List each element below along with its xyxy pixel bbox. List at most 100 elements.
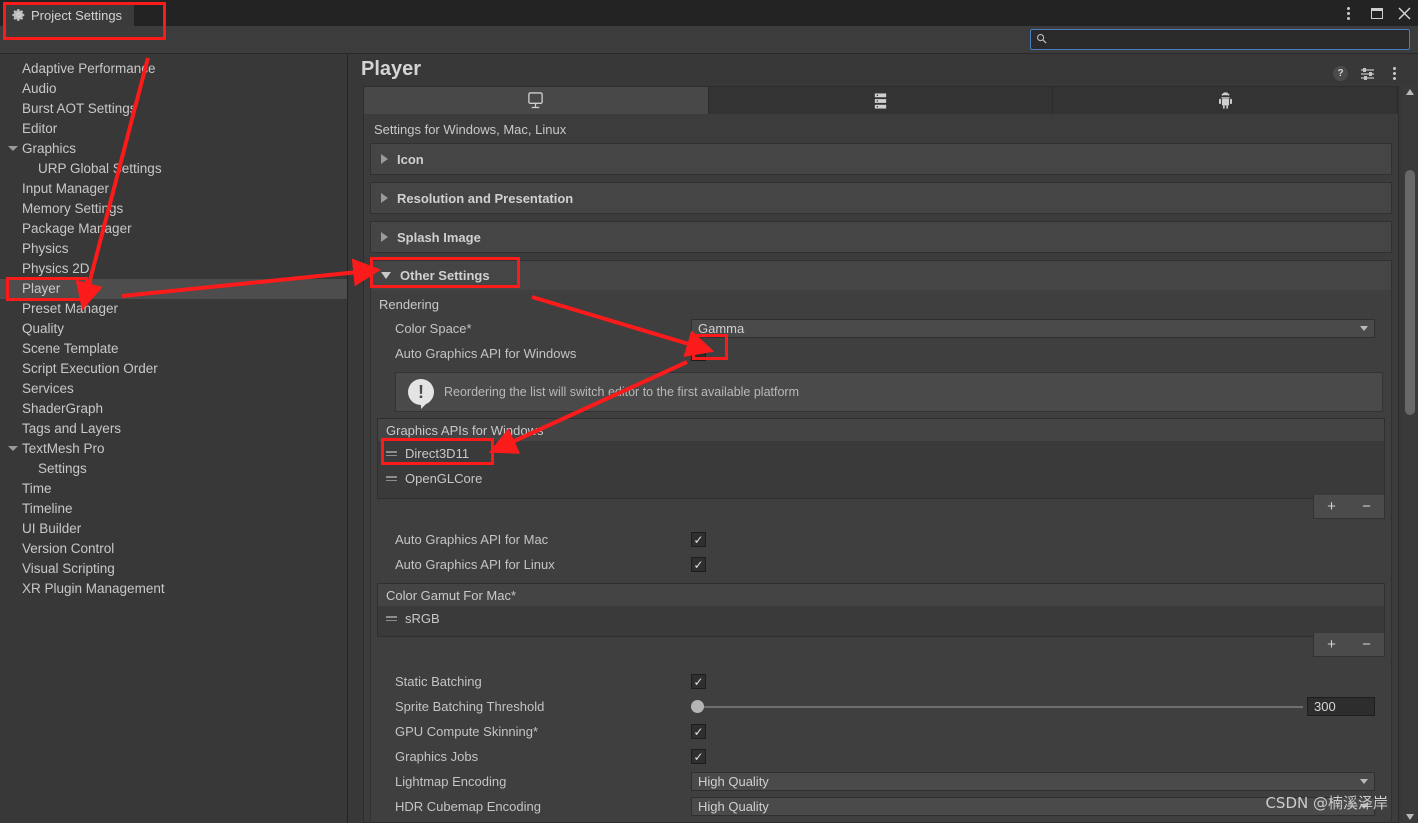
scroll-down-arrow-icon[interactable] [1406,814,1414,820]
sidebar-item-visual-scripting[interactable]: Visual Scripting [0,559,347,579]
sidebar-item-burst-aot-settings[interactable]: Burst AOT Settings [0,99,347,119]
tab-dedicated-server[interactable] [708,87,1054,114]
unity-project-settings-window: Project Settings Adaptive Performance Aud… [0,0,1418,823]
section-resolution-label: Resolution and Presentation [397,190,574,206]
row-color-space: Color Space* Gamma [371,316,1391,341]
settings-category-list: Adaptive Performance Audio Burst AOT Setti… [0,59,347,599]
sidebar-item-ui-builder[interactable]: UI Builder [0,519,347,539]
slider-handle[interactable] [691,699,704,713]
sidebar-item-services[interactable]: Services [0,379,347,399]
settings-detail-panel: Player ? Settings for Windows, Mac, Linu… [349,54,1418,823]
sidebar-item-urp-global-settings[interactable]: URP Global Settings [0,159,347,179]
gpu-compute-skinning-label: GPU Compute Skinning* [395,724,539,739]
sidebar-item-label: Graphics [22,141,77,156]
close-icon[interactable] [1397,6,1412,21]
sidebar-item-time[interactable]: Time [0,479,347,499]
auto-gfx-linux-label: Auto Graphics API for Linux [395,557,555,572]
auto-gfx-windows-checkbox[interactable] [691,346,706,361]
add-button[interactable]: + [1327,636,1336,653]
inspector-scrollbar[interactable] [1403,86,1417,823]
remove-button[interactable]: − [1362,498,1371,515]
sidebar-item-adaptive-performance[interactable]: Adaptive Performance [0,59,347,79]
chevron-right-icon [381,193,388,203]
kebab-menu-icon[interactable] [1341,6,1356,21]
drag-handle-icon[interactable] [386,476,397,481]
list-item[interactable]: OpenGLCore [378,466,1384,491]
sidebar-item-player[interactable]: Player [0,279,347,299]
sidebar-item-editor[interactable]: Editor [0,119,347,139]
list-item[interactable]: sRGB [378,606,1384,631]
sidebar-item-settings[interactable]: Settings [0,459,347,479]
chevron-down-icon [1360,779,1368,784]
section-icon[interactable]: Icon [370,143,1392,175]
sidebar-item-physics-2d[interactable]: Physics 2D [0,259,347,279]
sidebar-item-tags-and-layers[interactable]: Tags and Layers [0,419,347,439]
sprite-batching-value-field[interactable]: 300 [1307,697,1375,716]
row-gpu-compute-skinning: GPU Compute Skinning* ✓ [371,719,1391,744]
desktop-monitor-icon [528,92,544,109]
color-gamut-mac-list: sRGB [377,606,1385,637]
section-splash-image[interactable]: Splash Image [370,221,1392,253]
reorder-info-text: Reordering the list will switch editor t… [444,385,800,399]
sidebar-item-label: XR Plugin Management [22,581,165,596]
section-resolution-presentation[interactable]: Resolution and Presentation [370,182,1392,214]
maximize-icon[interactable] [1369,6,1384,21]
sidebar-item-label: Player [22,281,61,296]
gpu-compute-skinning-checkbox[interactable]: ✓ [691,724,706,739]
color-gamut-mac-header: Color Gamut For Mac* [377,583,1385,606]
static-batching-checkbox[interactable]: ✓ [691,674,706,689]
sidebar-item-timeline[interactable]: Timeline [0,499,347,519]
sidebar-item-scene-template[interactable]: Scene Template [0,339,347,359]
reorder-info-box: ! Reordering the list will switch editor… [395,372,1383,412]
hdr-cubemap-encoding-value: High Quality [698,799,769,814]
search-input[interactable] [1051,33,1391,46]
color-gamut-mac-footer: + − [377,633,1385,657]
sidebar-item-label: Time [22,481,52,496]
lightmap-encoding-dropdown[interactable]: High Quality [691,772,1375,791]
color-space-dropdown[interactable]: Gamma [691,319,1375,338]
panel-kebab-menu-icon[interactable] [1387,66,1402,81]
tab-android[interactable] [1053,87,1398,114]
scroll-up-arrow-icon[interactable] [1406,89,1414,95]
sidebar-item-audio[interactable]: Audio [0,79,347,99]
sidebar-item-script-execution-order[interactable]: Script Execution Order [0,359,347,379]
tab-standalone-desktop[interactable] [364,87,709,114]
row-sprite-batching-threshold: Sprite Batching Threshold 300 [371,694,1391,719]
drag-handle-icon[interactable] [386,616,397,621]
project-settings-tab[interactable]: Project Settings [4,2,135,26]
graphics-jobs-checkbox[interactable]: ✓ [691,749,706,764]
sidebar-item-shadergraph[interactable]: ShaderGraph [0,399,347,419]
sprite-batching-slider[interactable] [691,699,1303,713]
sidebar-item-label: Quality [22,321,65,336]
sidebar-item-xr-plugin-management[interactable]: XR Plugin Management [0,579,347,599]
sidebar-item-memory-settings[interactable]: Memory Settings [0,199,347,219]
sidebar-item-version-control[interactable]: Version Control [0,539,347,559]
sidebar-item-label: Editor [22,121,58,136]
drag-handle-icon[interactable] [386,451,397,456]
sidebar-item-input-manager[interactable]: Input Manager [0,179,347,199]
sidebar-item-physics[interactable]: Physics [0,239,347,259]
list-item[interactable]: Direct3D11 [378,441,1384,466]
sidebar-item-textmesh-pro[interactable]: TextMesh Pro [0,439,347,459]
add-button[interactable]: + [1327,498,1336,515]
sidebar-item-package-manager[interactable]: Package Manager [0,219,347,239]
scrollbar-thumb[interactable] [1405,170,1415,415]
window-controls [1341,0,1412,26]
auto-gfx-mac-checkbox[interactable]: ✓ [691,532,706,547]
section-other-settings[interactable]: Other Settings [370,260,1392,290]
chevron-down-icon[interactable] [8,146,18,151]
preset-icon[interactable] [1360,66,1375,81]
sidebar-item-label: Audio [22,81,57,96]
help-icon[interactable]: ? [1333,66,1348,81]
section-icon-label: Icon [397,151,424,167]
chevron-down-icon[interactable] [8,446,18,451]
chevron-right-icon [381,154,388,164]
sidebar-item-quality[interactable]: Quality [0,319,347,339]
auto-gfx-linux-checkbox[interactable]: ✓ [691,557,706,572]
search-field[interactable] [1030,29,1410,50]
sidebar-item-graphics[interactable]: Graphics [0,139,347,159]
other-settings-body: Rendering Color Space* Gamma Auto Graphi… [370,290,1392,822]
settings-toolbar [0,26,1418,54]
sidebar-item-preset-manager[interactable]: Preset Manager [0,299,347,319]
remove-button[interactable]: − [1362,636,1371,653]
